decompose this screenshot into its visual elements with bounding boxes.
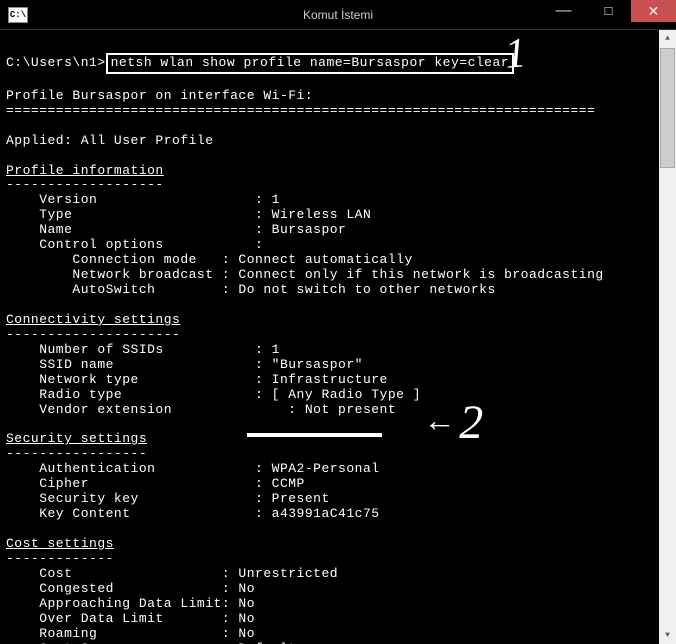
maximize-button[interactable]: ☐ <box>586 0 631 22</box>
section-profile-info: Profile information <box>6 163 164 178</box>
key-content-underline <box>247 433 382 437</box>
section-connectivity: Connectivity settings <box>6 312 180 327</box>
section-security: Security settings <box>6 431 147 446</box>
window-titlebar: C:\ Komut İstemi — ☐ ✕ <box>0 0 676 30</box>
terminal-container: C:\Users\n1>netsh wlan show profile name… <box>0 30 676 644</box>
terminal-output[interactable]: C:\Users\n1>netsh wlan show profile name… <box>0 30 659 644</box>
scroll-down-arrow[interactable]: ▼ <box>659 627 676 644</box>
close-button[interactable]: ✕ <box>631 0 676 22</box>
vertical-scrollbar[interactable]: ▲ ▼ <box>659 30 676 644</box>
scroll-up-arrow[interactable]: ▲ <box>659 30 676 47</box>
prompt-path: C:\Users\n1> <box>6 55 106 70</box>
scrollbar-thumb[interactable] <box>660 48 675 168</box>
minimize-button[interactable]: — <box>541 0 586 22</box>
window-controls: — ☐ ✕ <box>541 0 676 29</box>
command-highlight: netsh wlan show profile name=Bursaspor k… <box>106 53 514 74</box>
section-cost: Cost settings <box>6 536 114 551</box>
cmd-icon: C:\ <box>8 7 28 23</box>
window-title: Komut İstemi <box>303 8 373 22</box>
